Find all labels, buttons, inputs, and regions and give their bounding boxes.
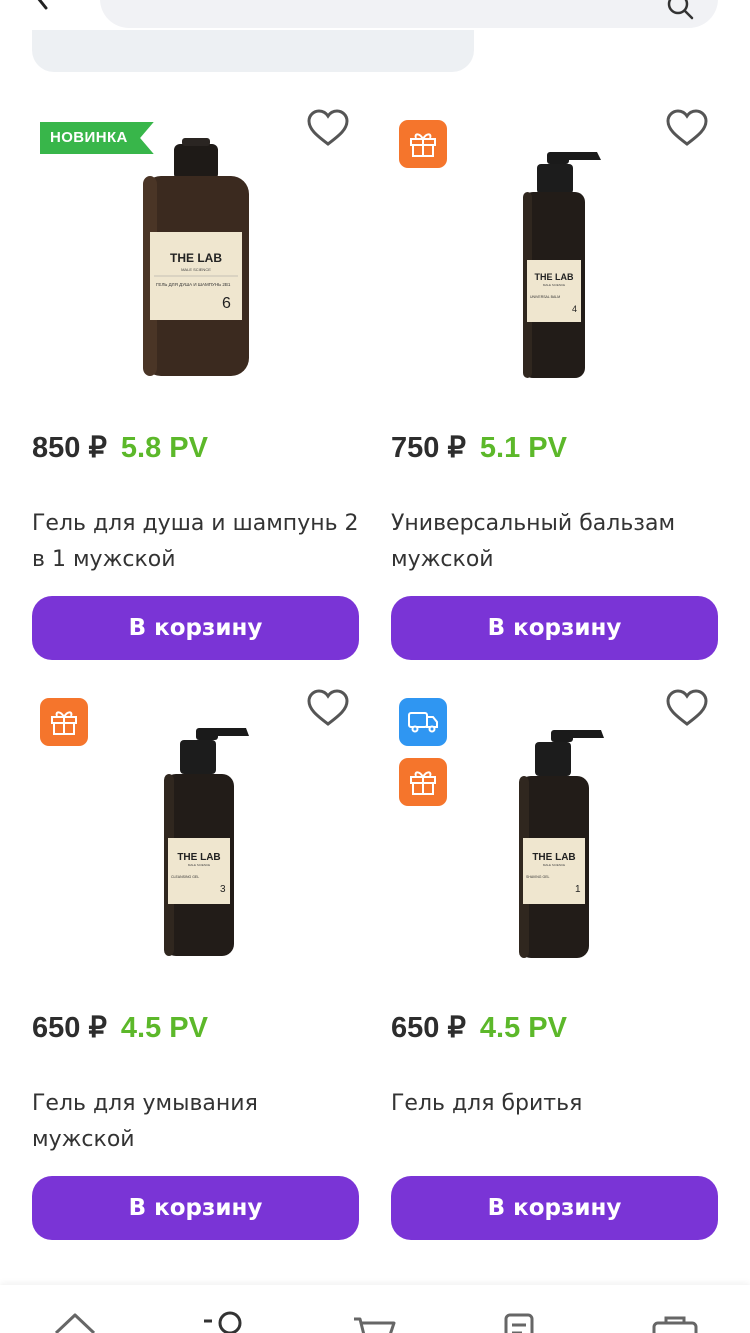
bottom-nav	[0, 1285, 750, 1333]
product-image-number: 1	[575, 884, 581, 895]
heart-icon[interactable]	[306, 108, 350, 148]
price-row: 650 ₽ 4.5 PV	[391, 1010, 567, 1050]
product-title[interactable]: Гель для бритья	[391, 1086, 719, 1122]
price-row: 850 ₽ 5.8 PV	[32, 430, 208, 470]
search-icon[interactable]	[666, 0, 694, 20]
pv-points: 4.5 PV	[479, 1012, 567, 1044]
add-to-cart-button[interactable]: В корзину	[32, 1176, 359, 1240]
price: 750 ₽	[391, 432, 466, 464]
product-title[interactable]: Гель для душа и шампунь 2 в 1 мужской	[32, 506, 360, 578]
price-row: 650 ₽ 4.5 PV	[32, 1010, 208, 1050]
search-input[interactable]	[100, 0, 718, 28]
add-to-cart-button[interactable]: В корзину	[391, 1176, 718, 1240]
delivery-badge	[399, 698, 447, 746]
pv-points: 5.1 PV	[479, 432, 567, 464]
gift-icon	[410, 133, 436, 157]
cart-icon[interactable]	[350, 1305, 400, 1333]
product-image-sub: MALE SCIENCE	[181, 267, 211, 272]
product-image-label: UNIVERSAL BALM	[530, 295, 560, 299]
gift-badge	[40, 698, 88, 746]
price: 650 ₽	[32, 1012, 107, 1044]
heart-icon[interactable]	[306, 688, 350, 728]
heart-icon[interactable]	[665, 108, 709, 148]
pv-points: 4.5 PV	[120, 1012, 208, 1044]
product-image-sub: MALE SCIENCE	[543, 863, 565, 867]
heart-icon[interactable]	[665, 688, 709, 728]
product-card[interactable]: THE LAB MALE SCIENCE UNIVERSAL BALM 4 75…	[391, 108, 719, 668]
product-card[interactable]: THE LAB MALE SCIENCE SHAVING GEL 1 650 ₽…	[391, 688, 719, 1248]
price: 850 ₽	[32, 432, 107, 464]
gift-badge	[399, 758, 447, 806]
gift-badge	[399, 120, 447, 168]
filter-chip-strip[interactable]	[32, 30, 474, 72]
home-icon[interactable]	[50, 1305, 100, 1333]
product-image-label: ГЕЛЬ ДЛЯ ДУША И ШАМПУНЬ 2В1	[156, 282, 231, 287]
product-image-brand: THE LAB	[535, 272, 574, 282]
badge-new: НОВИНКА	[40, 122, 154, 154]
gift-icon	[410, 771, 436, 795]
product-title[interactable]: Гель для умывания мужской	[32, 1086, 360, 1158]
product-image-brand: THE LAB	[177, 852, 220, 863]
profile-bag-icon[interactable]	[650, 1305, 700, 1333]
pv-points: 5.8 PV	[120, 432, 208, 464]
product-image-brand: THE LAB	[532, 852, 575, 863]
chevron-left-icon[interactable]	[30, 0, 54, 10]
product-card[interactable]: THE LAB MALE SCIENCE ГЕЛЬ ДЛЯ ДУША И ШАМ…	[32, 108, 360, 668]
product-image-brand: THE LAB	[170, 251, 222, 265]
gift-icon	[51, 711, 77, 735]
orders-icon[interactable]	[500, 1305, 550, 1333]
product-image-label: SHAVING GEL	[526, 875, 550, 879]
product-image-sub: MALE SCIENCE	[188, 863, 210, 867]
price: 650 ₽	[391, 1012, 466, 1044]
product-title[interactable]: Универсальный бальзам мужской	[391, 506, 719, 578]
add-to-cart-button[interactable]: В корзину	[391, 596, 718, 660]
product-image-sub: MALE SCIENCE	[543, 283, 565, 287]
catalog-page: THE LAB MALE SCIENCE ГЕЛЬ ДЛЯ ДУША И ШАМ…	[0, 0, 750, 1333]
product-image-number: 4	[572, 304, 577, 314]
truck-icon	[408, 712, 438, 733]
price-row: 750 ₽ 5.1 PV	[391, 430, 567, 470]
product-image-label: CLEANSING GEL	[171, 875, 199, 879]
product-card[interactable]: THE LAB MALE SCIENCE CLEANSING GEL 3 650…	[32, 688, 360, 1248]
catalog-search-icon[interactable]	[200, 1305, 250, 1333]
product-image-number: 3	[220, 884, 226, 895]
product-image-number: 6	[222, 295, 231, 312]
add-to-cart-button[interactable]: В корзину	[32, 596, 359, 660]
